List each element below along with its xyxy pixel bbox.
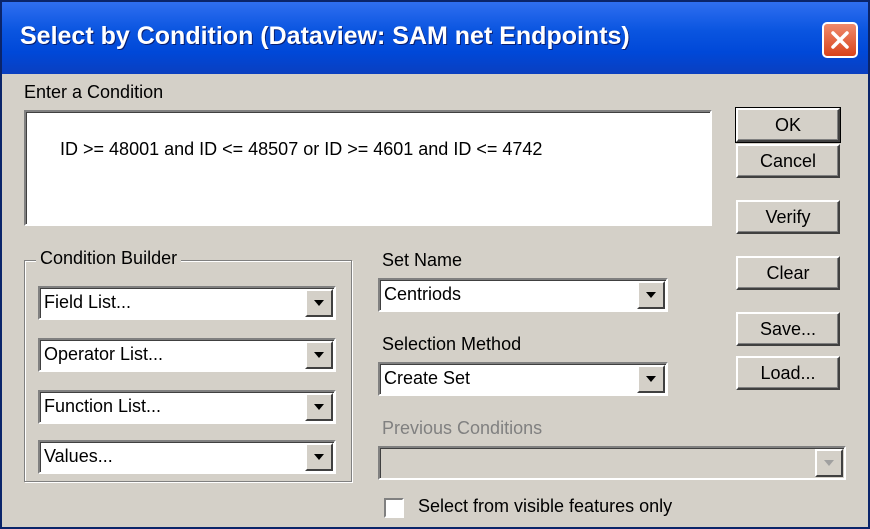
operator-list-dropdown[interactable]: Operator List... xyxy=(38,338,336,372)
chevron-down-icon xyxy=(314,454,324,460)
condition-input[interactable]: ID >= 48001 and ID <= 48507 or ID >= 460… xyxy=(24,110,712,226)
chevron-down-icon xyxy=(646,292,656,298)
previous-conditions-arrow[interactable] xyxy=(815,449,843,477)
function-list-arrow[interactable] xyxy=(305,393,333,421)
select-by-condition-dialog: Select by Condition (Dataview: SAM net E… xyxy=(0,0,870,529)
cancel-button[interactable]: Cancel xyxy=(736,144,840,178)
operator-list-value: Operator List... xyxy=(44,344,164,364)
values-arrow[interactable] xyxy=(305,443,333,471)
window-title: Select by Condition (Dataview: SAM net E… xyxy=(20,22,630,50)
values-value: Values... xyxy=(44,446,113,466)
load-button[interactable]: Load... xyxy=(736,356,840,390)
clear-button[interactable]: Clear xyxy=(736,256,840,290)
close-button[interactable] xyxy=(822,22,858,58)
verify-label: Verify xyxy=(765,206,811,227)
previous-conditions-dropdown[interactable] xyxy=(378,446,846,480)
previous-conditions-label: Previous Conditions xyxy=(382,418,543,438)
ok-label: OK xyxy=(774,114,801,135)
chevron-down-icon xyxy=(314,404,324,410)
set-name-arrow[interactable] xyxy=(637,281,665,309)
chevron-down-icon xyxy=(646,376,656,382)
field-list-value: Field List... xyxy=(44,292,132,312)
selection-method-dropdown[interactable]: Create Set xyxy=(378,362,668,396)
visible-only-checkbox[interactable] xyxy=(384,498,404,518)
close-icon xyxy=(831,31,849,49)
set-name-value: Centriods xyxy=(384,284,462,304)
field-list-arrow[interactable] xyxy=(305,289,333,317)
condition-label: Enter a Condition xyxy=(24,82,164,102)
verify-button[interactable]: Verify xyxy=(736,200,840,234)
chevron-down-icon xyxy=(824,460,834,466)
field-list-dropdown[interactable]: Field List... xyxy=(38,286,336,320)
clear-label: Clear xyxy=(766,262,810,283)
cancel-label: Cancel xyxy=(759,150,817,171)
save-label: Save... xyxy=(759,318,817,339)
condition-builder-title: Condition Builder xyxy=(36,248,182,269)
function-list-dropdown[interactable]: Function List... xyxy=(38,390,336,424)
function-list-value: Function List... xyxy=(44,396,162,416)
set-name-dropdown[interactable]: Centriods xyxy=(378,278,668,312)
visible-only-label[interactable]: Select from visible features only xyxy=(418,496,672,517)
dialog-body: Enter a Condition ID >= 48001 and ID <= … xyxy=(2,74,868,527)
set-name-label: Set Name xyxy=(382,250,463,270)
chevron-down-icon xyxy=(314,300,324,306)
selection-method-value: Create Set xyxy=(384,368,471,388)
save-button[interactable]: Save... xyxy=(736,312,840,346)
chevron-down-icon xyxy=(314,352,324,358)
selection-method-arrow[interactable] xyxy=(637,365,665,393)
ok-button[interactable]: OK xyxy=(735,107,841,143)
selection-method-label: Selection Method xyxy=(382,334,522,354)
operator-list-arrow[interactable] xyxy=(305,341,333,369)
values-dropdown[interactable]: Values... xyxy=(38,440,336,474)
title-bar[interactable]: Select by Condition (Dataview: SAM net E… xyxy=(2,2,868,74)
load-label: Load... xyxy=(760,362,816,383)
condition-text: ID >= 48001 and ID <= 48507 or ID >= 460… xyxy=(60,139,543,159)
